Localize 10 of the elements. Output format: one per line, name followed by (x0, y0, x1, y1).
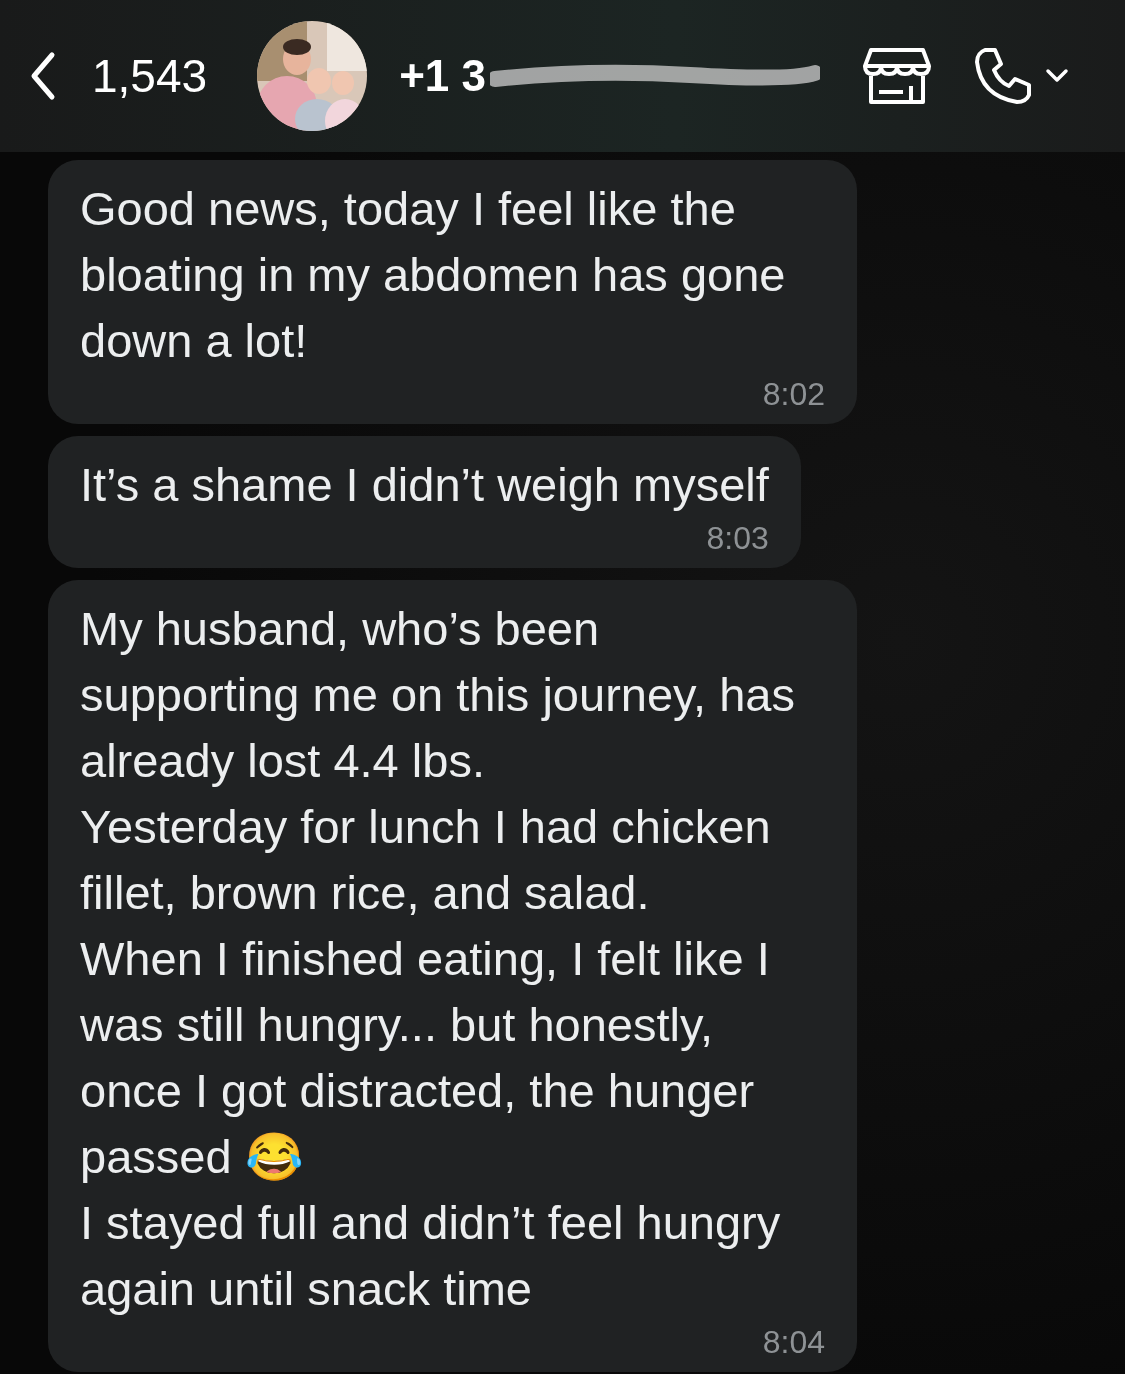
storefront-icon[interactable] (861, 46, 933, 106)
message-text: Good news, today I feel like the bloating in my abdomen has gone down a lot! (80, 181, 787, 369)
chevron-down-icon[interactable] (1045, 68, 1069, 84)
message-text: My husband, who’s been supporting me on this journey, has already lost 4.4 lbs. Yesterday for lunch I had chicken fillet, brown rice, and salad. When I finished eating, I felt like I was still hungry... but honestly, once I got distracted, the hunger passed 😂 I stayed full and didn’t feel hungry again until snack time (80, 601, 796, 1317)
message-time: 8:04 (762, 1323, 825, 1362)
message-time: 8:03 (706, 519, 769, 558)
contact-name[interactable]: +1 3 (399, 51, 486, 101)
unread-count[interactable]: 1,543 (92, 49, 208, 103)
message-time: 8:02 (762, 375, 825, 414)
message-text: It’s a shame I didn’t weigh myself (80, 457, 769, 513)
